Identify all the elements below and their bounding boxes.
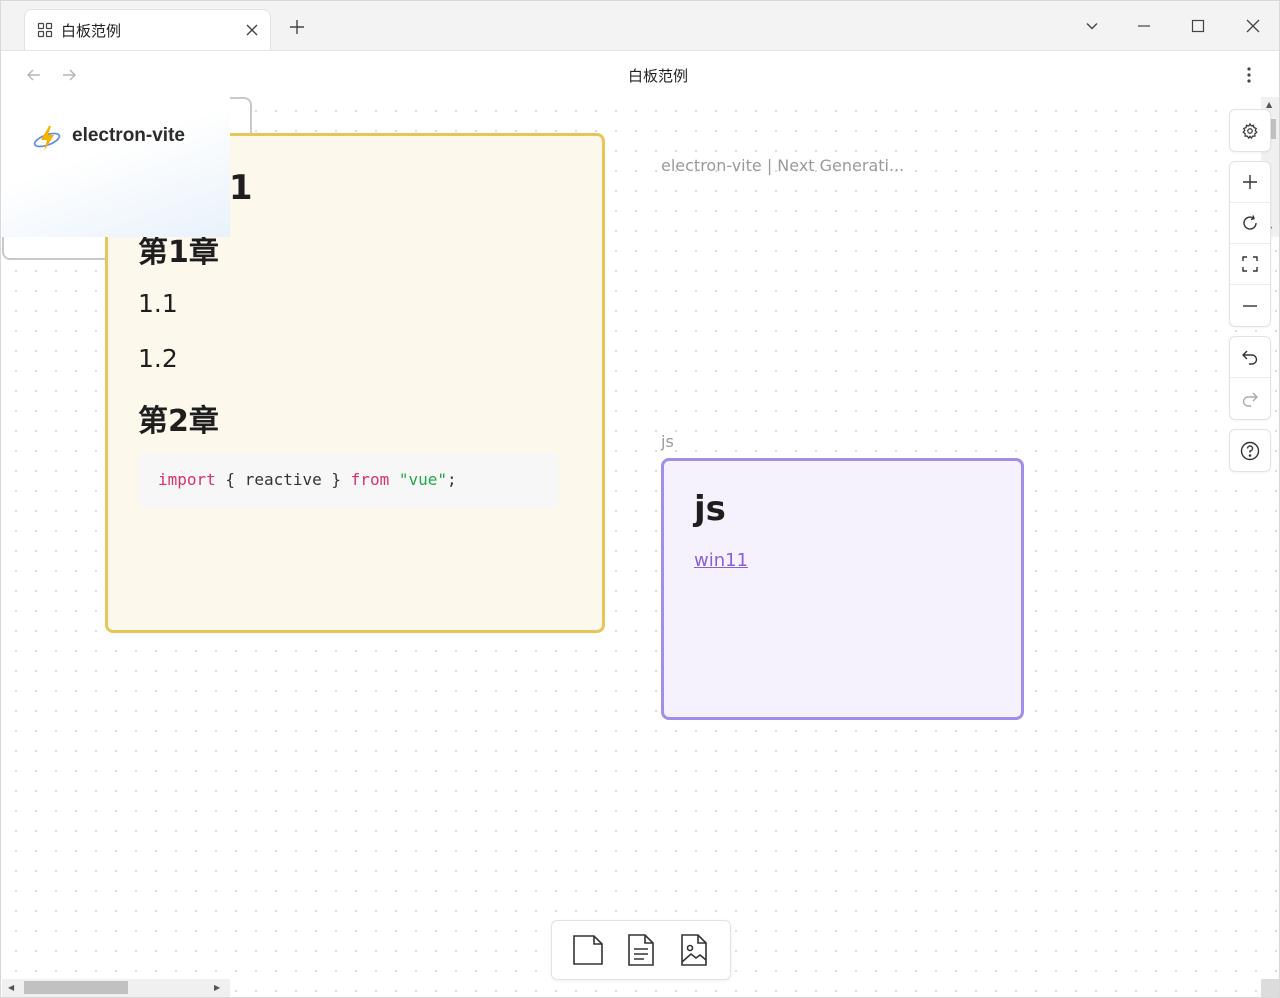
maximize-button[interactable] [1183, 12, 1213, 40]
new-card-icon [573, 935, 604, 965]
undo-icon [1242, 350, 1258, 365]
heading-1-2: 1.2 [138, 344, 178, 373]
refresh-icon [1243, 215, 1257, 230]
new-image-icon [680, 934, 707, 966]
node-label-web[interactable]: electron-vite | Next Generati... [661, 156, 904, 175]
code-block: import { reactive } from "vue"; [138, 453, 558, 509]
settings-group [1229, 109, 1271, 152]
tab-list-button[interactable] [1077, 12, 1107, 40]
code-punct: } [321, 470, 351, 489]
close-icon [1246, 19, 1260, 33]
gear-icon [1242, 122, 1258, 139]
minimize-icon [1138, 25, 1150, 27]
zoom-in-button[interactable] [1230, 162, 1270, 203]
minimize-button[interactable] [1129, 12, 1159, 40]
whiteboard-canvas[interactable]: win11 win11 第1章 1.1 1.2 第2章 import { rea… [2, 97, 1279, 997]
minus-icon [1243, 304, 1257, 307]
undo-button[interactable] [1230, 337, 1270, 378]
web-preview[interactable]: electron-vite [2, 97, 230, 237]
fit-view-button[interactable] [1230, 244, 1270, 285]
reset-zoom-button[interactable] [1230, 203, 1270, 244]
title-bar: 白板范例 [1, 1, 1279, 51]
web-site-title: electron-vite [72, 125, 185, 146]
code-punct: ; [447, 470, 457, 489]
new-note-icon [628, 934, 654, 966]
maximize-icon [1191, 19, 1205, 33]
code-keyword: import [158, 470, 216, 489]
tab-label: 白板范例 [61, 21, 122, 40]
settings-button[interactable] [1230, 110, 1270, 151]
chevron-down-icon [1086, 23, 1098, 30]
plus-icon [1243, 175, 1257, 189]
node-label-js[interactable]: js [661, 432, 674, 451]
new-tab-button[interactable] [285, 15, 309, 39]
code-keyword: from [350, 470, 390, 489]
heading-chapter2: 第2章 [138, 404, 219, 439]
redo-icon [1242, 392, 1258, 407]
history-group [1229, 336, 1271, 420]
page-title: 白板范例 [627, 67, 688, 85]
heading-1-1: 1.1 [138, 289, 178, 318]
add-card-button[interactable] [568, 928, 608, 972]
board-icon [37, 22, 53, 38]
heading-js: js [694, 489, 726, 529]
card-js[interactable]: js win11 [661, 458, 1024, 720]
add-image-button[interactable] [674, 928, 714, 972]
code-punct: { [215, 470, 245, 489]
zoom-group [1229, 161, 1271, 327]
fit-icon [1242, 256, 1258, 272]
close-icon[interactable] [242, 20, 262, 40]
electron-vite-logo-icon [33, 126, 61, 151]
more-button[interactable] [1237, 63, 1261, 87]
close-window-button[interactable] [1238, 12, 1268, 40]
help-button[interactable] [1230, 430, 1270, 471]
redo-button[interactable] [1230, 378, 1270, 419]
app-window: 白板范例 白板范例 win11 win [0, 0, 1280, 998]
add-note-button[interactable] [621, 928, 661, 972]
zoom-out-button[interactable] [1230, 285, 1270, 326]
more-vertical-icon [1247, 67, 1251, 83]
help-group [1229, 429, 1271, 472]
link-win11[interactable]: win11 [694, 550, 748, 571]
help-icon [1240, 441, 1260, 460]
code-identifier: reactive [244, 470, 322, 489]
web-embed-card[interactable]: electron-vite ▲ ▼ ◀ ▶ [2, 97, 1279, 997]
tab-whiteboard[interactable]: 白板范例 [24, 9, 271, 50]
code-string: "vue" [398, 470, 448, 489]
bottom-toolbar [551, 920, 731, 980]
